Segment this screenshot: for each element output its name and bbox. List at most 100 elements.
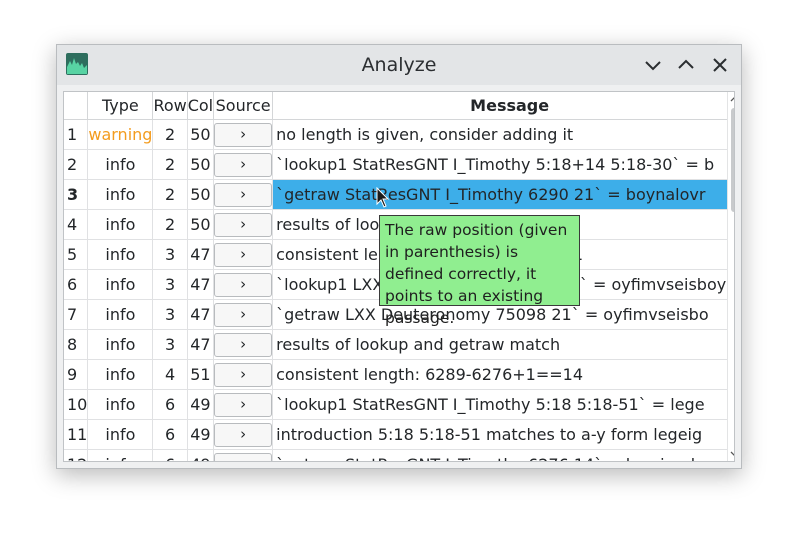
message-cell[interactable]: `lookup1 StatResGNT I_Timothy 5:18+14 5:… [272, 149, 734, 180]
source-button[interactable]: › [214, 362, 272, 387]
row-index-cell: 5 [64, 239, 89, 270]
row-index-cell: 10 [64, 389, 89, 420]
type-cell: info [87, 239, 154, 270]
message-cell[interactable]: results of lookup and getraw match [272, 329, 734, 360]
header-index[interactable] [64, 92, 89, 120]
col-cell: 49 [187, 449, 215, 461]
source-cell: › [213, 329, 274, 360]
row-cell: 3 [152, 329, 188, 360]
row-index-cell: 9 [64, 359, 89, 390]
message-cell[interactable]: `getraw StatResGNT I_Timothy 6276 14` = … [272, 449, 734, 461]
row-cell: 4 [152, 359, 188, 390]
message-cell[interactable]: consistent length: 6289-6276+1==14 [272, 359, 734, 390]
col-cell: 47 [187, 299, 215, 330]
table-row[interactable]: 2 info 2 50 › `lookup1 StatResGNT I_Timothy 5… [64, 149, 734, 180]
type-cell: info [87, 359, 154, 390]
type-cell: info [87, 149, 154, 180]
col-cell: 51 [187, 359, 215, 390]
source-cell: › [213, 149, 274, 180]
source-cell: › [213, 389, 274, 420]
row-cell: 6 [152, 419, 188, 450]
row-index-cell: 12 [64, 449, 89, 461]
source-button[interactable]: › [214, 422, 272, 447]
header-source[interactable]: Source [213, 92, 274, 120]
source-button[interactable]: › [214, 332, 272, 357]
close-button[interactable] [708, 53, 732, 77]
minimize-button[interactable] [641, 53, 665, 77]
source-cell: › [213, 359, 274, 390]
row-index-cell: 1 [64, 119, 89, 150]
row-index-cell: 2 [64, 149, 89, 180]
maximize-button[interactable] [674, 53, 698, 77]
source-button[interactable]: › [214, 302, 272, 327]
col-cell: 47 [187, 239, 215, 270]
source-button[interactable]: › [214, 212, 272, 237]
header-type[interactable]: Type [87, 92, 154, 120]
type-cell: info [87, 179, 154, 210]
type-cell: info [87, 299, 154, 330]
mouse-cursor-icon [376, 187, 390, 208]
scroll-down-icon[interactable] [728, 447, 735, 461]
message-cell[interactable]: introduction 5:18 5:18-51 matches to a-y… [272, 419, 734, 450]
col-cell: 49 [187, 389, 215, 420]
row-cell: 6 [152, 449, 188, 461]
row-index-cell: 3 [64, 179, 89, 210]
col-cell: 47 [187, 269, 215, 300]
source-button[interactable]: › [214, 122, 272, 147]
source-cell: › [213, 269, 274, 300]
message-cell[interactable]: no length is given, consider adding it [272, 119, 734, 150]
col-cell: 50 [187, 179, 215, 210]
source-button[interactable]: › [214, 272, 272, 297]
scroll-up-icon[interactable] [728, 92, 735, 106]
row-index-cell: 11 [64, 419, 89, 450]
source-button[interactable]: › [214, 242, 272, 267]
col-cell: 50 [187, 149, 215, 180]
row-index-cell: 6 [64, 269, 89, 300]
table-row[interactable]: 3 info 2 50 › `getraw StatResGNT I_Timothy 62… [64, 179, 734, 210]
type-cell: info [87, 269, 154, 300]
message-cell[interactable]: `lookup1 StatResGNT I_Timothy 5:18 5:18-… [272, 389, 734, 420]
chevron-down-icon [645, 61, 661, 71]
col-cell: 50 [187, 209, 215, 240]
close-icon [713, 58, 727, 72]
row-cell: 2 [152, 119, 188, 150]
source-cell: › [213, 419, 274, 450]
header-col[interactable]: Col [187, 92, 215, 120]
table-row[interactable]: 8 info 3 47 › results of lookup and getraw ma… [64, 329, 734, 360]
row-cell: 3 [152, 299, 188, 330]
type-cell: info [87, 389, 154, 420]
source-button[interactable]: › [214, 152, 272, 177]
table-row[interactable]: 9 info 4 51 › consistent length: 6289-6276+1=… [64, 359, 734, 390]
window-title: Analyze [361, 54, 437, 76]
source-cell: › [213, 449, 274, 461]
table-row[interactable]: 1 warning 2 50 › no length is given, consider… [64, 119, 734, 150]
chevron-up-icon [678, 59, 694, 69]
col-cell: 49 [187, 419, 215, 450]
source-cell: › [213, 239, 274, 270]
table-row[interactable]: 11 info 6 49 › introduction 5:18 5:18-51 matc… [64, 419, 734, 450]
row-index-cell: 8 [64, 329, 89, 360]
type-cell: info [87, 419, 154, 450]
row-cell: 2 [152, 179, 188, 210]
tooltip: The raw position (given in parenthesis) … [379, 215, 580, 327]
vertical-scrollbar[interactable] [727, 92, 735, 461]
row-index-cell: 7 [64, 299, 89, 330]
row-cell: 6 [152, 389, 188, 420]
table-row[interactable]: 12info649›`getraw StatResGNT I_Timothy 6… [64, 449, 734, 461]
row-cell: 2 [152, 149, 188, 180]
type-cell: warning [87, 119, 154, 150]
title-bar: Analyze [57, 45, 741, 85]
source-button[interactable]: › [214, 392, 272, 417]
header-message[interactable]: Message [272, 92, 734, 120]
row-cell: 3 [152, 239, 188, 270]
source-button[interactable]: › [214, 182, 272, 207]
table-header-row: Type Row Col Source Message [64, 92, 734, 120]
table-row[interactable]: 10 info 6 49 › `lookup1 StatResGNT I_Timothy … [64, 389, 734, 420]
row-cell: 2 [152, 209, 188, 240]
scrollbar-thumb[interactable] [731, 108, 734, 212]
source-button[interactable]: › [214, 452, 272, 461]
message-cell[interactable]: `getraw StatResGNT I_Timothy 6290 21` = … [272, 179, 734, 210]
type-cell: info [87, 449, 154, 461]
header-row[interactable]: Row [152, 92, 188, 120]
source-cell: › [213, 119, 274, 150]
